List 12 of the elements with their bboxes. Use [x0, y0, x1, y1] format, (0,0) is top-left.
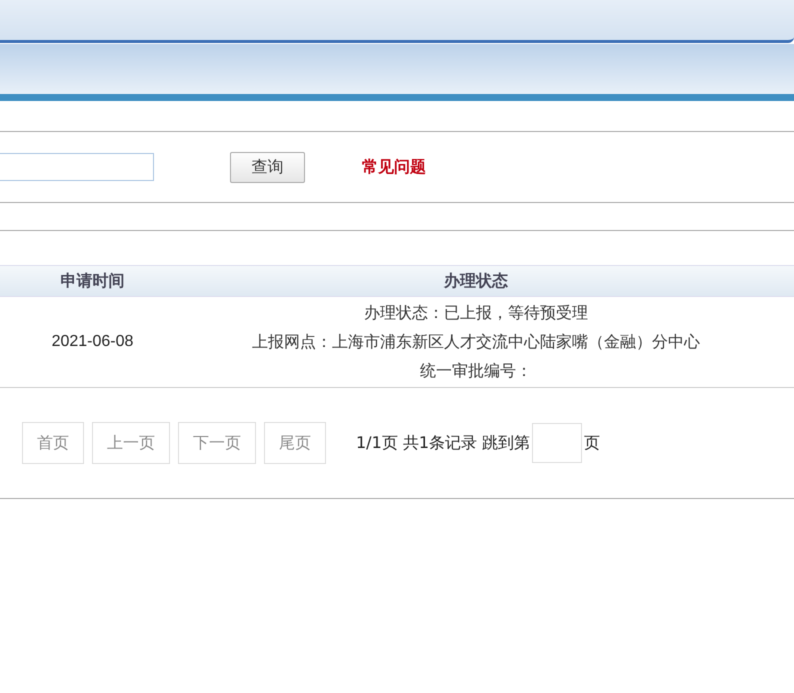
status-line: 办理状态：已上报，等待预受理: [364, 302, 588, 324]
query-button[interactable]: 查询: [230, 152, 305, 182]
search-field[interactable]: [0, 153, 154, 181]
status-line: 统一审批编号：: [420, 360, 532, 382]
page-input[interactable]: [532, 423, 582, 463]
faq-link[interactable]: 常见问题: [362, 156, 426, 178]
page-suffix: 页: [584, 432, 600, 454]
page-summary: 1/1页 共1条记录 跳到第: [356, 432, 530, 454]
column-header: 办理状态: [442, 270, 509, 292]
table-cell-text: 2021-06-08: [50, 333, 134, 351]
column-header: 申请时间: [60, 270, 126, 292]
status-line: 上报网点：上海市浦东新区人才交流中心陆家嘴（金融）分中心: [252, 332, 700, 352]
